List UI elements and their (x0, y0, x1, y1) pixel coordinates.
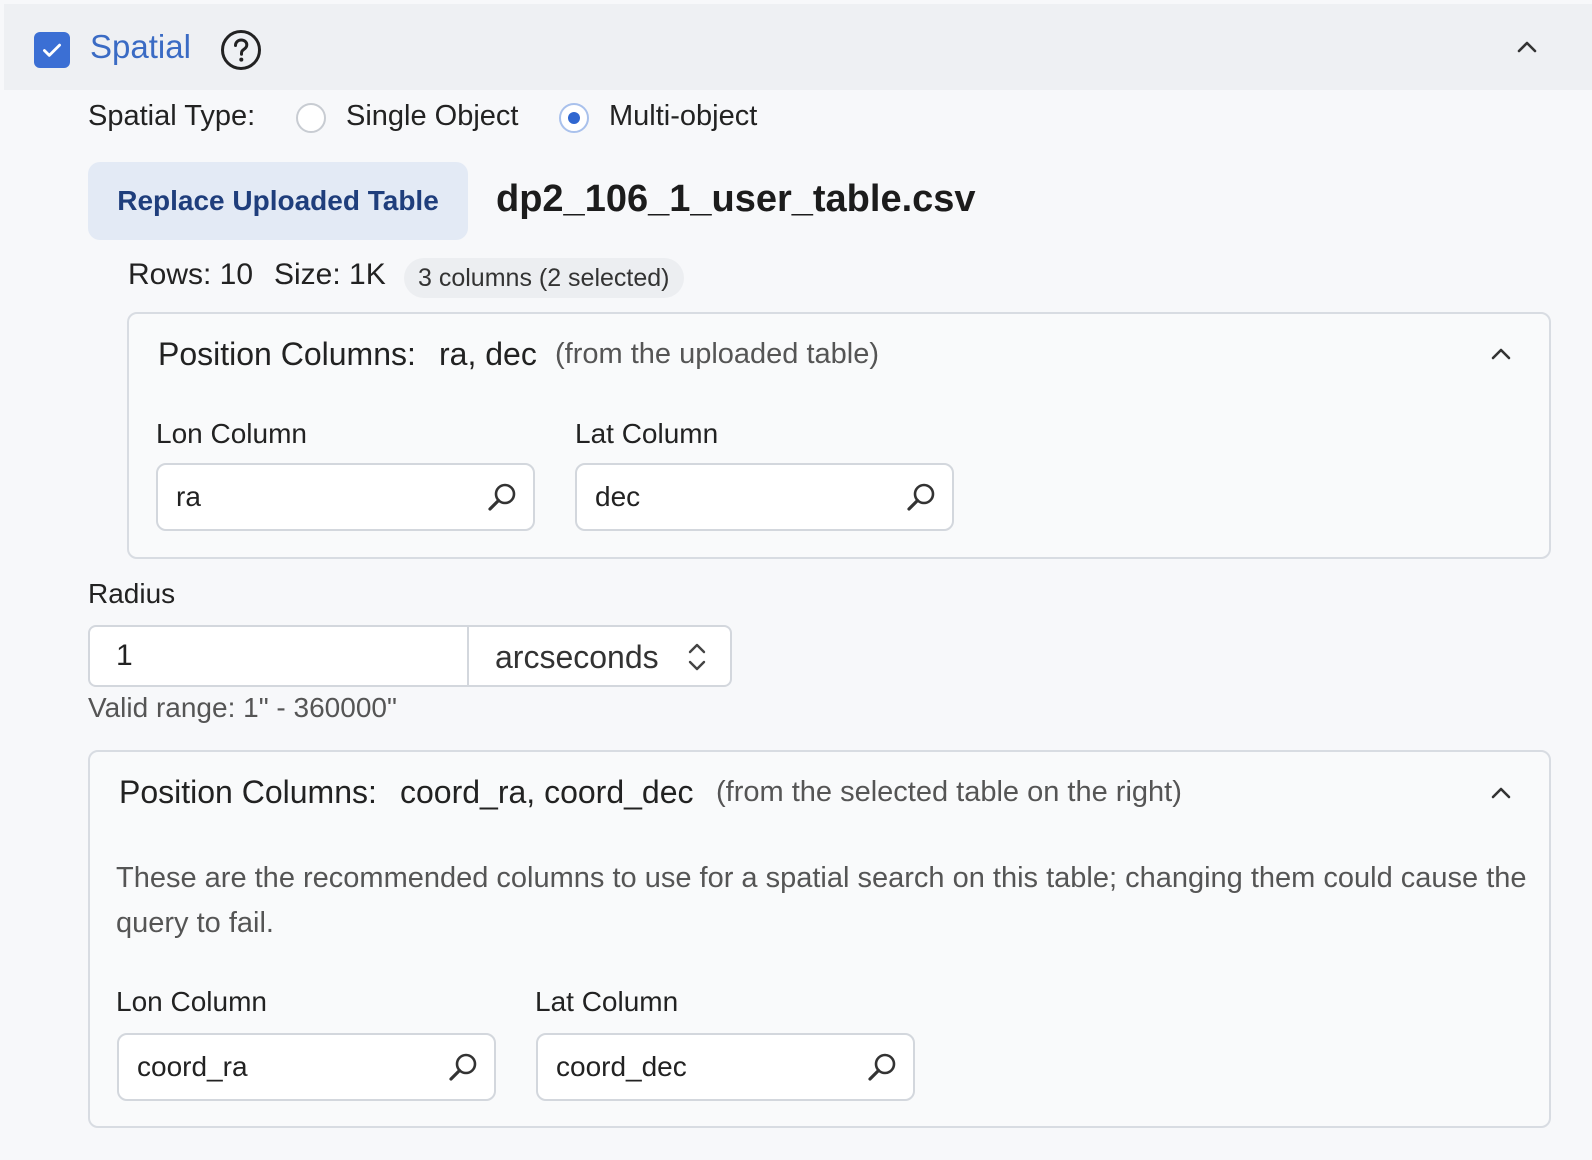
lat-column-label: Lat Column (535, 986, 679, 1017)
radius-unit-value: arcseconds (495, 639, 659, 675)
multi-object-radio[interactable] (559, 103, 589, 133)
up-down-chevron-icon (688, 643, 706, 671)
panel-value: coord_ra, coord_dec (400, 774, 694, 810)
panel-note: (from the selected table on the right) (716, 776, 1182, 808)
recommendation-text-line-2: query to fail. (116, 907, 274, 939)
multi-object-label[interactable]: Multi-object (609, 100, 757, 133)
chevron-up-icon[interactable] (1488, 341, 1514, 367)
uploaded-position-columns-panel: Position Columns: ra, dec (from the uplo… (127, 312, 1551, 559)
panel-title: Position Columns: (119, 774, 377, 810)
recommendation-text-line-1: These are the recommended columns to use… (116, 862, 1527, 894)
lon-column-input[interactable] (158, 465, 533, 529)
radius-input[interactable] (90, 627, 468, 685)
rows-count: Rows: 10 (128, 258, 254, 291)
spatial-checkbox[interactable] (34, 32, 70, 68)
panel-title: Position Columns: (158, 336, 416, 372)
chevron-up-icon[interactable] (1488, 780, 1514, 806)
question-circle-icon[interactable] (220, 29, 262, 71)
radius-unit-select[interactable]: arcseconds (469, 627, 730, 685)
radius-label: Radius (88, 578, 176, 609)
check-icon (43, 43, 61, 57)
single-object-label[interactable]: Single Object (346, 100, 519, 133)
lat-column-input[interactable] (538, 1035, 913, 1099)
lat-column-label: Lat Column (575, 418, 719, 449)
uploaded-filename: dp2_106_1_user_table.csv (496, 178, 976, 220)
panel-note: (from the uploaded table) (555, 338, 880, 370)
lon-column-input[interactable] (119, 1035, 494, 1099)
columns-badge[interactable]: 3 columns (2 selected) (404, 258, 684, 298)
lon-column-label: Lon Column (156, 418, 307, 449)
table-position-columns-panel: Position Columns: coord_ra, coord_dec (f… (88, 750, 1551, 1128)
lat-column-field[interactable] (536, 1033, 915, 1101)
replace-uploaded-table-button[interactable]: Replace Uploaded Table (88, 162, 468, 240)
radius-input-group: arcseconds (88, 625, 732, 687)
single-object-radio[interactable] (296, 103, 326, 133)
search-icon[interactable] (865, 1051, 899, 1085)
lon-column-field[interactable] (156, 463, 535, 531)
file-size: Size: 1K (274, 258, 386, 291)
search-icon[interactable] (904, 481, 938, 515)
lon-column-field[interactable] (117, 1033, 496, 1101)
spatial-section-header[interactable]: Spatial (4, 4, 1592, 90)
lat-column-input[interactable] (577, 465, 952, 529)
chevron-up-icon[interactable] (1514, 34, 1540, 60)
search-icon[interactable] (485, 481, 519, 515)
lat-column-field[interactable] (575, 463, 954, 531)
panel-value: ra, dec (439, 336, 537, 372)
search-icon[interactable] (446, 1051, 480, 1085)
lon-column-label: Lon Column (116, 986, 267, 1017)
radius-hint: Valid range: 1" - 360000" (88, 692, 397, 723)
section-title: Spatial (90, 28, 191, 65)
spatial-type-label: Spatial Type: (88, 100, 256, 132)
